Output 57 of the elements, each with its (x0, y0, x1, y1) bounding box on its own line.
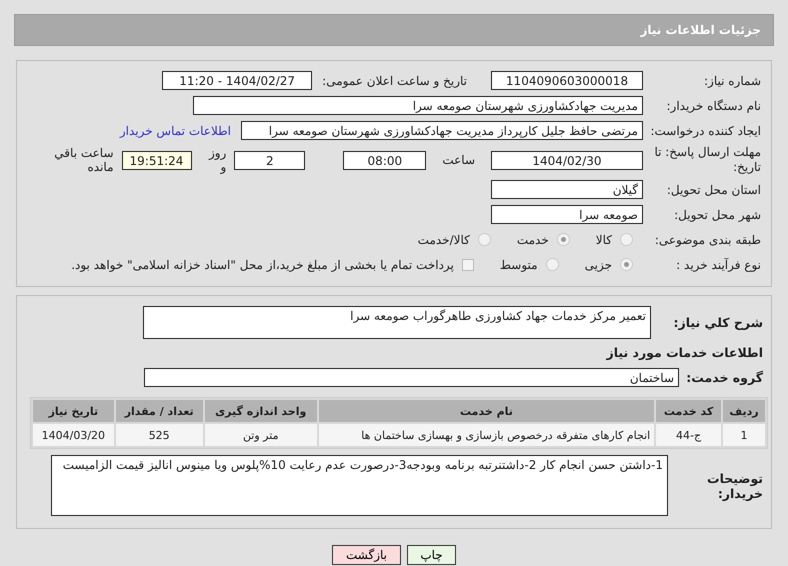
remaining-time-field: 19:51:24 (122, 150, 192, 170)
column-header: تاریخ نیاز (33, 400, 114, 422)
radio-button[interactable] (546, 258, 559, 271)
service-group-field: ساختمان (144, 368, 679, 387)
field-label: ایجاد کننده درخواست: (649, 124, 762, 138)
field-label: ساعت باقي مانده (53, 146, 114, 174)
column-header: کد خدمت (656, 400, 721, 422)
table-cell: 525 (116, 424, 203, 446)
radio-button[interactable] (556, 233, 570, 246)
table-cell: ج-44 (656, 424, 721, 446)
date-field: 1404/02/30 (491, 150, 643, 170)
field-label: توضیحات خریدار: (706, 470, 764, 500)
city-field: صومعه سرا (491, 205, 643, 224)
column-header: واحد اندازه گیری (204, 400, 317, 422)
contact-link[interactable]: اطلاعات تماس خریدار (120, 124, 231, 138)
radio-label: خدمت (516, 232, 549, 246)
field-label: شماره نیاز: (703, 74, 762, 88)
radio-button[interactable] (620, 258, 633, 271)
radio-label: متوسط (500, 258, 538, 272)
buyer-notes-textarea[interactable]: 1-داشتن حسن انجام کار 2-داشتنرتبه برنامه وبودجه3-درصورت عدم رعایت 10%پلوس ویا مینوس انالیز قیمت الزامیست (51, 455, 668, 516)
creator-field: مرتضی حافظ جلیل کارپرداز مدیریت جهادکشاورزی شهرستان صومعه سرا (241, 121, 643, 140)
field-label: تاریخ و ساعت اعلان عمومی: (321, 74, 468, 88)
field-label: استان محل تحویل: (666, 182, 762, 196)
field-label: روز و (208, 146, 228, 174)
page-title: جزئیات اطلاعات نیاز (640, 23, 761, 37)
radio-label: کالا (596, 232, 612, 246)
field-label: ساعت (441, 153, 476, 167)
field-label: نام دستگاه خریدار: (666, 98, 762, 112)
field-label: مهلت ارسال پاسخ: تا تاریخ: (653, 145, 762, 175)
table-cell: 1 (722, 424, 765, 446)
province-field: گیلان (491, 180, 643, 199)
days-field: 2 (234, 150, 306, 170)
announcement-field: 1404/02/27 - 11:20 (162, 71, 312, 90)
table-cell: انجام کارهای متفرقه درخصوص بازسازی و بهسازی ساختمان ها (318, 424, 654, 446)
description-textarea[interactable]: تعمیر مرکز خدمات جهاد کشاورزی طاهرگوراب صومعه سرا (143, 306, 651, 339)
field-label: نوع فرآیند خرید : (675, 258, 762, 272)
action-button[interactable]: چاپ (407, 545, 456, 565)
radio-label: کالا/خدمت (418, 232, 470, 246)
field-label: گروه خدمت: (685, 370, 764, 385)
radio-button[interactable] (478, 233, 491, 246)
checkbox-label: پرداخت تمام یا بخشی از مبلغ خرید،از محل "اسناد خزانه اسلامی" خواهد بود. (71, 258, 454, 272)
field-label: شرح کلي نياز: (672, 315, 764, 330)
column-header: ردیف (722, 400, 765, 422)
section-heading: اطلاعات خدمات مورد نیاز (606, 345, 764, 360)
table-cell: متر وتن (204, 424, 317, 446)
column-header: نام خدمت (318, 400, 654, 422)
buyer-org-field: مدیریت جهادکشاورزی شهرستان صومعه سرا (193, 96, 643, 115)
field-label: طبقه بندی موضوعی: (654, 232, 762, 246)
time-field: 08:00 (343, 150, 426, 170)
need-number-field: 1104090603000018 (491, 71, 643, 90)
table-cell: 1404/03/20 (33, 424, 114, 446)
radio-label: جزیی (584, 258, 612, 272)
action-button[interactable]: بازگشت (332, 545, 401, 565)
column-header: تعداد / مقدار (116, 400, 203, 422)
field-label: شهر محل تحویل: (673, 208, 762, 222)
radio-button[interactable] (620, 233, 633, 246)
checkbox[interactable] (462, 258, 474, 270)
